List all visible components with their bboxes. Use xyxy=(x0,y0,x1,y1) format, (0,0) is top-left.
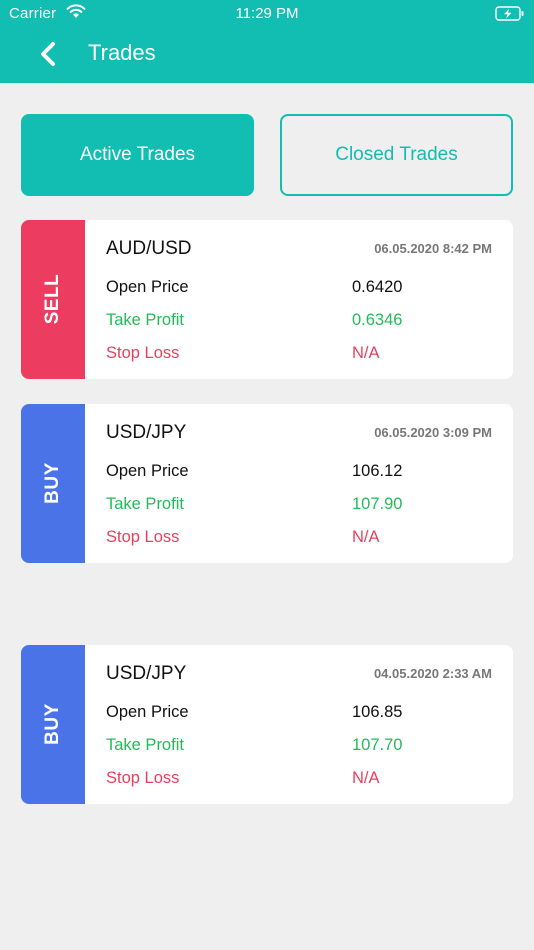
take-profit-value: 107.70 xyxy=(352,736,403,754)
trade-card[interactable]: BUY USD/JPY 06.05.2020 3:09 PM Open Pric… xyxy=(21,404,513,563)
trade-side-band: BUY xyxy=(21,645,85,804)
battery-charging-icon xyxy=(495,6,524,21)
trade-side-label: SELL xyxy=(42,273,63,325)
trade-side-band: BUY xyxy=(21,404,85,563)
take-profit-value: 107.90 xyxy=(352,495,403,513)
open-price-label: Open Price xyxy=(106,462,189,480)
back-chevron-icon[interactable] xyxy=(36,40,60,68)
trade-date: 04.05.2020 2:33 AM xyxy=(373,666,492,681)
take-profit-value: 0.6346 xyxy=(352,311,403,329)
take-profit-label: Take Profit xyxy=(106,495,184,513)
open-price-label: Open Price xyxy=(106,278,189,296)
open-price-value: 106.12 xyxy=(352,462,403,480)
trade-date: 06.05.2020 3:09 PM xyxy=(374,425,492,440)
tab-active-trades[interactable]: Active Trades xyxy=(21,114,254,196)
stop-loss-value: N/A xyxy=(352,769,380,787)
open-price-value: 0.6420 xyxy=(352,278,403,296)
trade-card[interactable]: SELL AUD/USD 06.05.2020 8:42 PM Open Pri… xyxy=(21,220,513,379)
currency-pair: USD/JPY xyxy=(106,422,187,443)
stop-loss-value: N/A xyxy=(352,344,380,362)
trade-date: 06.05.2020 8:42 PM xyxy=(374,241,492,256)
page-title: Trades xyxy=(88,40,156,65)
trade-card[interactable]: BUY USD/JPY 04.05.2020 2:33 AM Open Pric… xyxy=(21,645,513,804)
take-profit-label: Take Profit xyxy=(106,311,184,329)
currency-pair: USD/JPY xyxy=(106,663,187,684)
open-price-label: Open Price xyxy=(106,703,189,721)
currency-pair: AUD/USD xyxy=(106,238,192,259)
trade-side-band: SELL xyxy=(21,220,85,379)
status-bar: Carrier 11:29 PM xyxy=(0,0,534,28)
stop-loss-value: N/A xyxy=(352,528,380,546)
trade-side-label: BUY xyxy=(42,703,63,745)
stop-loss-label: Stop Loss xyxy=(106,769,180,787)
tab-closed-trades[interactable]: Closed Trades xyxy=(280,114,513,196)
nav-header: Carrier 11:29 PM Trades xyxy=(0,0,534,83)
stop-loss-label: Stop Loss xyxy=(106,528,180,546)
open-price-value: 106.85 xyxy=(352,703,403,721)
trade-side-label: BUY xyxy=(42,462,63,504)
clock: 11:29 PM xyxy=(235,5,299,22)
take-profit-label: Take Profit xyxy=(106,736,184,754)
stop-loss-label: Stop Loss xyxy=(106,344,180,362)
